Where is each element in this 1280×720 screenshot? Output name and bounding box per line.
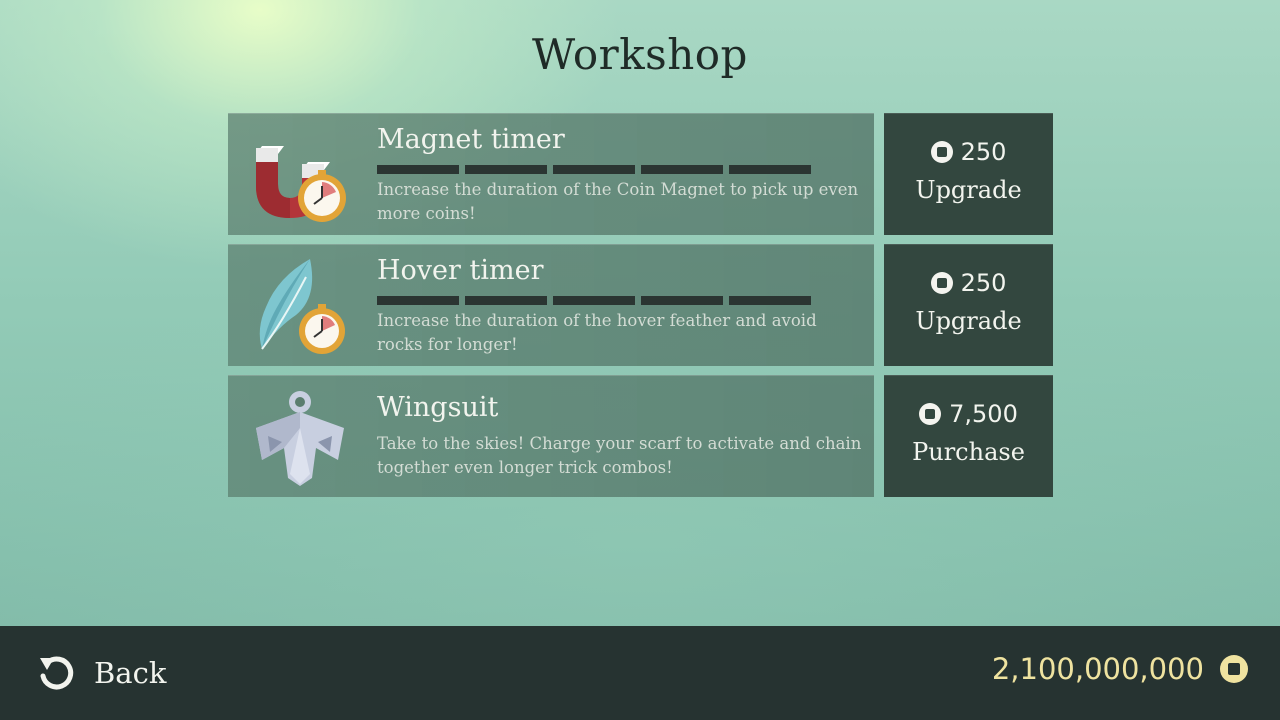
page-title: Workshop xyxy=(532,30,748,79)
back-label: Back xyxy=(94,656,167,690)
level-bar xyxy=(553,165,635,174)
price-value: 7,500 xyxy=(949,400,1018,428)
level-bar xyxy=(729,296,811,305)
item-description: Increase the duration of the Coin Magnet… xyxy=(377,180,859,223)
item-title: Wingsuit xyxy=(377,392,499,423)
coin-icon xyxy=(930,272,953,294)
level-bar xyxy=(377,296,459,305)
level-bar xyxy=(377,165,459,174)
upgrade-level-bars xyxy=(377,296,811,305)
level-bar xyxy=(465,165,547,174)
upgrade-label: Upgrade xyxy=(915,176,1022,204)
upgrade-level-bars xyxy=(377,165,811,174)
price: 7,500 xyxy=(884,400,1053,428)
level-bar xyxy=(729,165,811,174)
shop-item-magnet-timer: Magnet timer Increase the duration of th… xyxy=(228,113,1053,235)
shop-item-hover-timer: Hover timer Increase the duration of the… xyxy=(228,244,1053,366)
upgrade-label: Upgrade xyxy=(915,307,1022,335)
purchase-label: Purchase xyxy=(912,438,1025,466)
level-bar xyxy=(465,296,547,305)
wingsuit-icon xyxy=(248,388,352,488)
item-card[interactable]: Wingsuit Take to the skies! Charge your … xyxy=(228,375,874,497)
feather-timer-icon xyxy=(248,257,352,357)
price: 250 xyxy=(884,269,1053,297)
coin-balance: 2,100,000,000 xyxy=(992,652,1248,686)
shop-item-wingsuit: Wingsuit Take to the skies! Charge your … xyxy=(228,375,1053,497)
level-bar xyxy=(641,165,723,174)
level-bar xyxy=(641,296,723,305)
gold-coin-icon xyxy=(1220,655,1248,683)
footer-bar: Back 2,100,000,000 xyxy=(0,626,1280,720)
item-title: Magnet timer xyxy=(377,124,565,155)
price-value: 250 xyxy=(960,269,1007,297)
price-value: 250 xyxy=(960,138,1007,166)
level-bar xyxy=(553,296,635,305)
magnet-timer-icon xyxy=(248,126,352,226)
coin-icon xyxy=(919,403,942,425)
item-card[interactable]: Magnet timer Increase the duration of th… xyxy=(228,113,874,235)
upgrade-button[interactable]: 250 Upgrade xyxy=(884,244,1053,366)
back-arrow-icon xyxy=(40,656,74,690)
back-button[interactable]: Back xyxy=(38,654,166,692)
item-description: Increase the duration of the hover feath… xyxy=(377,311,817,354)
balance-value: 2,100,000,000 xyxy=(991,652,1204,686)
item-title: Hover timer xyxy=(377,255,544,286)
coin-icon xyxy=(930,141,953,163)
price: 250 xyxy=(884,138,1053,166)
item-description: Take to the skies! Charge your scarf to … xyxy=(377,434,862,477)
upgrade-button[interactable]: 250 Upgrade xyxy=(884,113,1053,235)
item-card[interactable]: Hover timer Increase the duration of the… xyxy=(228,244,874,366)
purchase-button[interactable]: 7,500 Purchase xyxy=(884,375,1053,497)
